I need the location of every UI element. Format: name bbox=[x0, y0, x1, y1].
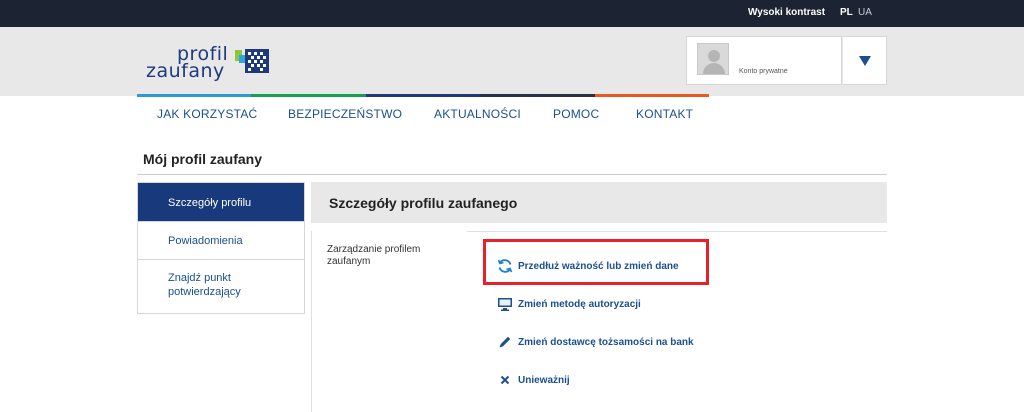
logo[interactable]: profil zaufany bbox=[140, 39, 280, 85]
content-divider bbox=[311, 231, 312, 412]
section-divider bbox=[467, 231, 887, 232]
logo-mark-icon bbox=[235, 49, 269, 73]
nav-item-contact[interactable]: KONTAKT bbox=[636, 107, 693, 121]
sidebar-item-label: Znajdź punkt potwierdzający bbox=[168, 272, 241, 298]
nav-item-how-to-use[interactable]: JAK KORZYSTAĆ bbox=[157, 107, 257, 121]
main-nav: JAK KORZYSTAĆ BEZPIECZEŃSTWO AKTUALNOŚCI… bbox=[137, 97, 887, 131]
nav-item-news[interactable]: AKTUALNOŚCI bbox=[434, 107, 521, 121]
sidebar-item-find-confirmation-point[interactable]: Znajdź punkt potwierdzający bbox=[138, 260, 304, 314]
account-box[interactable]: Konto prywatne bbox=[686, 36, 842, 85]
profile-sidebar: Szczegóły profilu Powiadomienia Znajdź p… bbox=[137, 182, 305, 314]
sidebar-item-notifications[interactable]: Powiadomienia bbox=[138, 222, 304, 260]
sidebar-item-profile-details[interactable]: Szczegóły profilu bbox=[138, 183, 304, 222]
content-heading: Szczegóły profilu zaufanego bbox=[329, 195, 518, 211]
action-label: Zmień metodę autoryzacji bbox=[518, 298, 641, 310]
sidebar-item-label: Szczegóły profilu bbox=[168, 197, 252, 209]
close-icon bbox=[497, 372, 513, 388]
extend-validity-link[interactable]: Przedłuż ważność lub zmień dane bbox=[497, 258, 679, 274]
change-identity-provider-link[interactable]: Zmień dostawcę tożsamości na bank bbox=[497, 334, 694, 350]
pencil-icon bbox=[497, 334, 513, 350]
page-title: Mój profil zaufany bbox=[143, 151, 262, 167]
logo-text-line2: zaufany bbox=[146, 60, 225, 82]
title-divider bbox=[137, 174, 887, 175]
section-label: Zarządzanie profilem zaufanym bbox=[327, 244, 421, 267]
header: profil zaufany Konto prywatne bbox=[0, 27, 1024, 96]
avatar bbox=[697, 43, 729, 75]
language-ua-link[interactable]: UA bbox=[858, 7, 872, 18]
content-header: Szczegóły profilu zaufanego bbox=[311, 182, 887, 223]
monitor-icon bbox=[497, 296, 513, 312]
revoke-link[interactable]: Unieważnij bbox=[497, 372, 570, 388]
nav-item-help[interactable]: POMOC bbox=[553, 107, 599, 121]
change-authorization-method-link[interactable]: Zmień metodę autoryzacji bbox=[497, 296, 641, 312]
high-contrast-link[interactable]: Wysoki kontrast bbox=[748, 7, 825, 18]
account-menu-toggle[interactable] bbox=[843, 36, 887, 85]
action-label: Przedłuż ważność lub zmień dane bbox=[518, 260, 679, 272]
caret-down-icon bbox=[859, 56, 871, 66]
sidebar-item-label: Powiadomienia bbox=[168, 235, 243, 247]
refresh-icon bbox=[497, 258, 513, 274]
top-bar: Wysoki kontrast PL UA bbox=[0, 0, 1024, 27]
action-label: Zmień dostawcę tożsamości na bank bbox=[518, 336, 694, 348]
language-pl-link[interactable]: PL bbox=[840, 7, 853, 18]
nav-item-security[interactable]: BEZPIECZEŃSTWO bbox=[288, 107, 402, 121]
account-type-label: Konto prywatne bbox=[739, 68, 788, 75]
action-label: Unieważnij bbox=[518, 374, 570, 386]
